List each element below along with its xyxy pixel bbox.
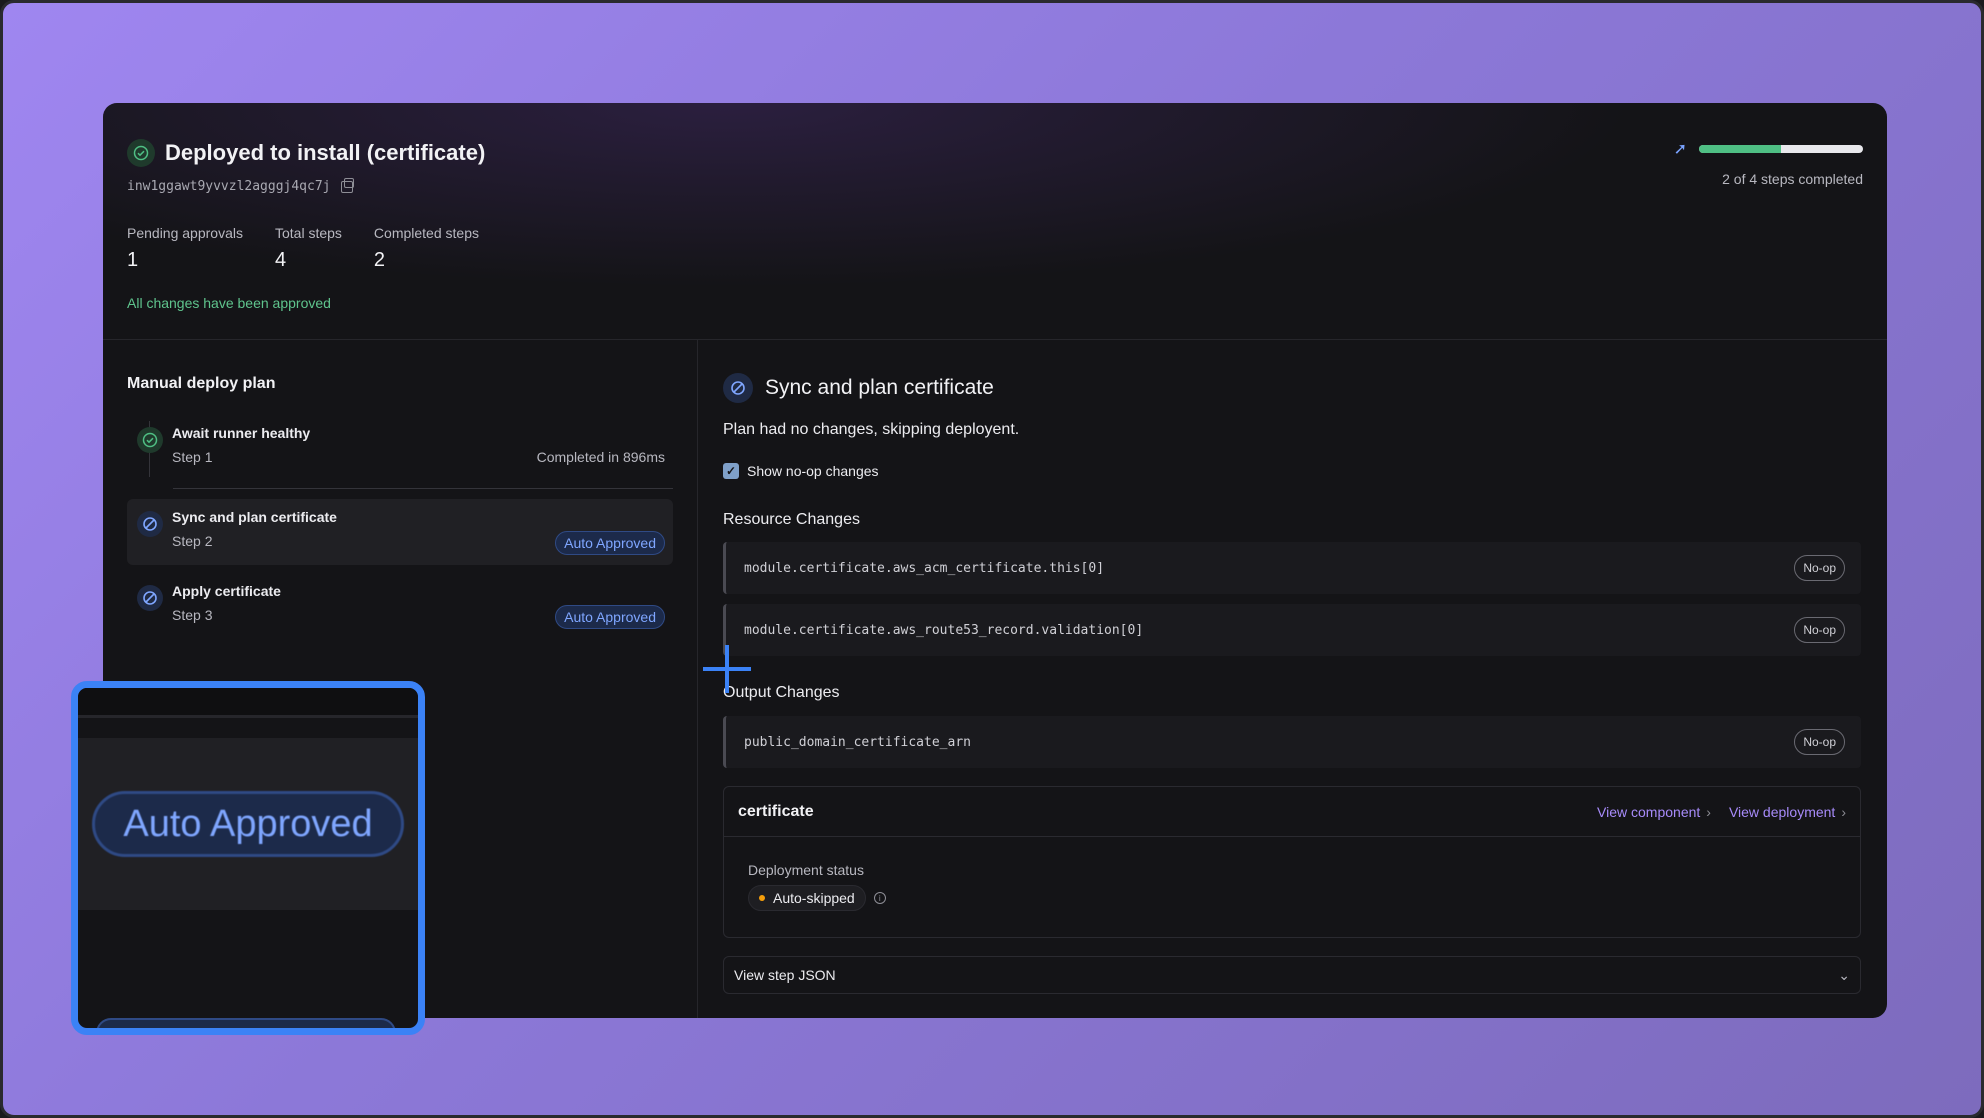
deploy-header: Deployed to install (certificate) — [127, 139, 485, 167]
noop-badge: No-op — [1794, 555, 1845, 581]
component-card: certificate View component › View deploym… — [723, 786, 1861, 938]
progress-bar-fill — [1699, 145, 1781, 153]
divider — [697, 339, 698, 1018]
divider — [173, 488, 673, 489]
step-duration: Completed in 896ms — [536, 449, 665, 465]
view-deployment-link[interactable]: View deployment › — [1729, 804, 1846, 820]
stat-label: Completed steps — [373, 225, 479, 241]
stat-label: Total steps — [274, 225, 342, 241]
copy-icon[interactable] — [340, 177, 354, 193]
page-title: Deployed to install (certificate) — [165, 140, 486, 165]
check-circle-icon — [127, 139, 155, 167]
auto-approved-badge: Auto Approved — [555, 531, 665, 555]
check-circle-icon — [137, 427, 163, 453]
progress-text: 2 of 4 steps completed — [1722, 171, 1863, 187]
rocket-icon: ➚ — [1673, 141, 1687, 158]
auto-approved-badge: Auto Approved — [555, 605, 665, 629]
progress-bar — [1699, 145, 1863, 153]
info-icon[interactable]: i — [873, 892, 886, 904]
step-item[interactable]: Apply certificate Step 3 Auto Approved — [127, 573, 673, 639]
step-item-active[interactable]: Sync and plan certificate Step 2 Auto Ap… — [127, 499, 673, 565]
skip-icon — [137, 511, 163, 537]
stat-pending-approvals: Pending approvals 1 — [127, 225, 243, 272]
skip-icon — [137, 585, 163, 611]
chevron-right-icon: › — [1706, 803, 1711, 820]
detail-title: Sync and plan certificate — [765, 376, 994, 399]
resource-changes-heading: Resource Changes — [723, 511, 860, 528]
noop-badge: No-op — [1794, 729, 1845, 755]
auto-approved-badge-zoomed: Auto Approved — [92, 791, 404, 857]
plan-message: Plan had no changes, skipping deployent. — [723, 421, 1020, 438]
noop-badge: No-op — [1794, 617, 1845, 643]
divider — [103, 339, 1887, 340]
progress: ➚ 2 of 4 steps completed — [1674, 139, 1863, 187]
detail-header: Sync and plan certificate — [723, 373, 994, 403]
plan-title: Manual deploy plan — [127, 375, 276, 392]
resource-name: module.certificate.aws_route53_record.va… — [744, 622, 1144, 638]
view-component-link[interactable]: View component › — [1597, 804, 1711, 820]
stat-value: 1 — [127, 249, 139, 271]
stats-row: Pending approvals 1 Total steps 4 Comple… — [127, 225, 479, 272]
component-card-header: certificate View component › View deploym… — [724, 787, 1860, 837]
chevron-right-icon: › — [1841, 803, 1846, 820]
stat-label: Pending approvals — [127, 225, 243, 241]
output-row: public_domain_certificate_arn No-op — [723, 716, 1861, 768]
crosshair-cursor — [703, 645, 751, 693]
status-value: Auto-skipped — [773, 890, 855, 906]
step-number: Step 3 — [172, 607, 213, 623]
step-name: Apply certificate — [172, 583, 281, 599]
chevron-down-icon: ⌄ — [1838, 966, 1850, 983]
json-toggle-label: View step JSON — [734, 967, 836, 983]
install-id-text: inw1ggawt9yvvzl2agggj4qc7j — [127, 179, 331, 194]
step-number: Step 1 — [172, 449, 213, 465]
checkbox-label: Show no-op changes — [747, 463, 879, 479]
stat-value: 4 — [274, 249, 287, 271]
resource-row: module.certificate.aws_route53_record.va… — [723, 604, 1861, 656]
resource-row: module.certificate.aws_acm_certificate.t… — [723, 542, 1861, 594]
skip-icon — [723, 373, 753, 403]
step-name: Sync and plan certificate — [172, 509, 337, 525]
output-name: public_domain_certificate_arn — [744, 734, 971, 750]
status-dot — [759, 895, 765, 901]
stat-total-steps: Total steps 4 — [275, 225, 342, 272]
show-noop-checkbox[interactable]: ✓ Show no-op changes — [723, 463, 879, 479]
screenshot-frame: Deployed to install (certificate) inw1gg… — [0, 0, 1984, 1118]
view-step-json-toggle[interactable]: View step JSON ⌄ — [723, 956, 1861, 994]
step-number: Step 2 — [172, 533, 213, 549]
step-name: Await runner healthy — [172, 425, 311, 441]
link-label: View deployment — [1728, 803, 1836, 820]
stat-completed-steps: Completed steps 2 — [374, 225, 479, 272]
stat-value: 2 — [373, 249, 386, 271]
deployment-status-label: Deployment status — [748, 862, 864, 878]
component-name: certificate — [738, 802, 814, 820]
zoom-inset: Auto Approved — [71, 681, 425, 1035]
link-label: View component — [1597, 803, 1701, 820]
checkbox[interactable]: ✓ — [723, 463, 739, 479]
resource-name: module.certificate.aws_acm_certificate.t… — [744, 560, 1105, 576]
approved-message: All changes have been approved — [127, 295, 331, 311]
step-item[interactable]: Await runner healthy Step 1 Completed in… — [127, 415, 673, 481]
deployment-status-badge: Auto-skipped — [748, 885, 866, 911]
install-id: inw1ggawt9yvvzl2agggj4qc7j — [127, 177, 354, 194]
